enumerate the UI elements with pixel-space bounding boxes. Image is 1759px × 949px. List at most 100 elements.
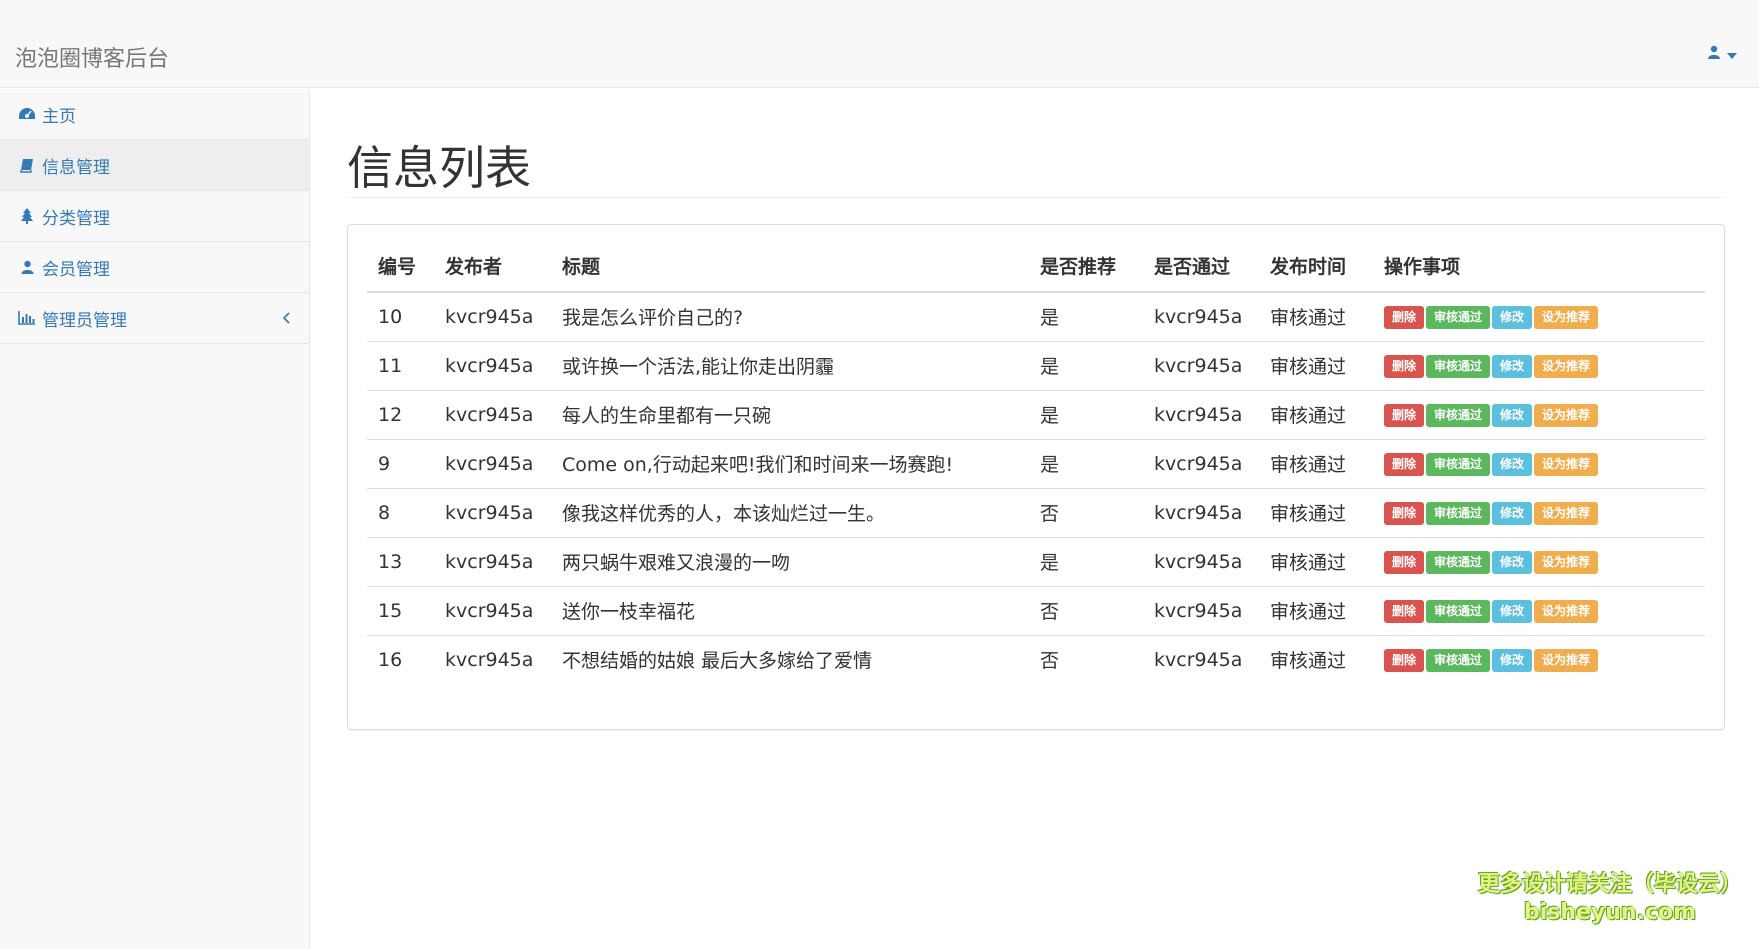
set-recommend-button[interactable]: 设为推荐 <box>1534 600 1599 623</box>
cell-approved: kvcr945a <box>1143 341 1259 391</box>
delete-button[interactable]: 删除 <box>1384 453 1425 476</box>
approve-button[interactable]: 审核通过 <box>1426 600 1491 623</box>
cell-publish-time: 审核通过 <box>1259 390 1373 440</box>
cell-actions: 删除 审核通过 修改 设为推荐 <box>1373 439 1705 489</box>
cell-approved: kvcr945a <box>1143 488 1259 538</box>
cell-actions: 删除 审核通过 修改 设为推荐 <box>1373 635 1705 684</box>
bar-chart-icon <box>16 309 38 327</box>
set-recommend-button[interactable]: 设为推荐 <box>1534 404 1599 427</box>
cell-approved: kvcr945a <box>1143 292 1259 342</box>
edit-button[interactable]: 修改 <box>1492 600 1533 623</box>
column-header-id: 编号 <box>367 244 434 293</box>
user-icon <box>16 258 38 276</box>
sidebar-item-admin-management[interactable]: 管理员管理 <box>0 293 309 344</box>
cell-title: 两只蜗牛艰难又浪漫的一吻 <box>551 537 1029 587</box>
cell-id: 8 <box>367 488 434 538</box>
delete-button[interactable]: 删除 <box>1384 306 1425 330</box>
set-recommend-button[interactable]: 设为推荐 <box>1534 649 1599 673</box>
cell-approved: kvcr945a <box>1154 648 1243 671</box>
table-row: 11 kvcr945a 或许换一个活法,能让你走出阴霾是 kvcr945a 审核通过 删除… <box>367 341 1705 391</box>
sidebar-item-home[interactable]: 主页 <box>0 89 309 140</box>
cell-title: 或许换一个活法,能让你走出阴霾 <box>551 341 1029 391</box>
sidebar-item-label: 分类管理 <box>42 208 110 229</box>
cell-id: 16 <box>378 648 403 671</box>
delete-button[interactable]: 删除 <box>1384 600 1425 623</box>
cell-recommended: 是 <box>1029 439 1143 489</box>
cell-actions: 删除 审核通过 修改 设为推荐 <box>1373 341 1705 391</box>
watermark: 更多设计请关注（毕设云） bisheyun.com <box>1475 871 1745 927</box>
cell-id: 10 <box>367 292 434 342</box>
delete-button[interactable]: 删除 <box>1384 649 1425 673</box>
app-brand[interactable]: 泡泡圈博客后台 <box>15 41 169 73</box>
cell-publish-time: 审核通过 <box>1259 586 1373 636</box>
cell-publish-time: 审核通过 <box>1259 537 1373 587</box>
approve-button[interactable]: 审核通过 <box>1426 453 1491 476</box>
approve-button[interactable]: 审核通过 <box>1426 502 1491 525</box>
user-menu[interactable] <box>1707 44 1737 63</box>
chevron-left-icon[interactable] <box>282 309 291 328</box>
user-icon <box>1707 44 1721 63</box>
table-row: 12 kvcr945a 每人的生命里都有一只碗是 kvcr945a 审核通过 删除 审核通过… <box>367 390 1705 440</box>
edit-button[interactable]: 修改 <box>1492 306 1533 330</box>
cell-recommended: 否 <box>1029 586 1143 636</box>
approve-button[interactable]: 审核通过 <box>1426 404 1491 427</box>
caret-down-icon <box>1727 44 1737 63</box>
watermark-line2: bisheyun.com <box>1523 900 1697 925</box>
edit-button[interactable]: 修改 <box>1492 551 1533 574</box>
title-divider <box>347 197 1725 198</box>
cell-approved: kvcr945a <box>1143 439 1259 489</box>
delete-button[interactable]: 删除 <box>1384 355 1425 378</box>
sidebar: 主页 信息管理 分类管理 会员管理 管理员管理 <box>0 89 310 949</box>
table-row: 15 kvcr945a 送你一枝幸福花否 kvcr945a 审核通过 删除 审核通过 修改 设为… <box>367 586 1705 636</box>
cell-actions: 删除 审核通过 修改 设为推荐 <box>1373 292 1705 342</box>
set-recommend-button[interactable]: 设为推荐 <box>1534 306 1599 330</box>
edit-button[interactable]: 修改 <box>1492 404 1533 427</box>
set-recommend-button[interactable]: 设为推荐 <box>1534 453 1599 476</box>
set-recommend-button[interactable]: 设为推荐 <box>1534 551 1599 574</box>
sidebar-item-label: 管理员管理 <box>42 310 127 331</box>
sidebar-item-label: 主页 <box>42 106 76 127</box>
column-header-recommended: 是否推荐 <box>1029 244 1143 293</box>
cell-title: 不想结婚的姑娘 最后大多嫁给了爱情 <box>562 650 873 673</box>
top-navbar: 泡泡圈博客后台 <box>0 0 1759 88</box>
info-table: 编号 发布者 标题 是否推荐 是否通过 发布时间 操作事项 10 kvcr945a… <box>367 244 1705 684</box>
column-header-approved: 是否通过 <box>1143 244 1259 293</box>
approve-button[interactable]: 审核通过 <box>1426 551 1491 574</box>
cell-publish-time: 审核通过 <box>1259 488 1373 538</box>
sidebar-item-category-management[interactable]: 分类管理 <box>0 191 309 242</box>
set-recommend-button[interactable]: 设为推荐 <box>1534 355 1599 378</box>
delete-button[interactable]: 删除 <box>1384 404 1425 427</box>
cell-recommended: 否 <box>1040 650 1060 673</box>
cell-recommended: 否 <box>1029 488 1143 538</box>
cell-id: 15 <box>367 586 434 636</box>
sidebar-item-label: 信息管理 <box>42 157 110 178</box>
sidebar-item-label: 会员管理 <box>42 259 110 280</box>
approve-button[interactable]: 审核通过 <box>1426 306 1491 330</box>
cell-publisher: kvcr945a <box>434 341 551 391</box>
table-row: 9 kvcr945a Come on,行动起来吧!我们和时间来一场赛跑! 是 kvcr9… <box>367 439 1705 489</box>
cell-actions: 删除 审核通过 修改 设为推荐 <box>1373 537 1705 587</box>
cell-id: 11 <box>367 341 434 391</box>
sidebar-item-member-management[interactable]: 会员管理 <box>0 242 309 293</box>
cell-actions: 删除 审核通过 修改 设为推荐 <box>1373 488 1705 538</box>
column-header-publish-time: 发布时间 <box>1259 244 1373 293</box>
set-recommend-button[interactable]: 设为推荐 <box>1534 502 1599 525</box>
edit-button[interactable]: 修改 <box>1492 649 1533 673</box>
sidebar-item-info-management[interactable]: 信息管理 <box>0 140 309 191</box>
cell-publisher: kvcr945a <box>434 439 551 489</box>
edit-button[interactable]: 修改 <box>1492 502 1533 525</box>
cell-recommended: 是 <box>1029 537 1143 587</box>
info-list-panel: 编号 发布者 标题 是否推荐 是否通过 发布时间 操作事项 10 kvcr945a… <box>347 224 1725 730</box>
approve-button[interactable]: 审核通过 <box>1426 649 1491 673</box>
edit-button[interactable]: 修改 <box>1492 453 1533 476</box>
edit-button[interactable]: 修改 <box>1492 355 1533 378</box>
delete-button[interactable]: 删除 <box>1384 551 1425 574</box>
cell-approved: kvcr945a <box>1143 537 1259 587</box>
delete-button[interactable]: 删除 <box>1384 502 1425 525</box>
cell-publish-time: 审核通过 <box>1259 292 1373 342</box>
approve-button[interactable]: 审核通过 <box>1426 355 1491 378</box>
table-row: 13 kvcr945a 两只蜗牛艰难又浪漫的一吻是 kvcr945a 审核通过 删除 审核通… <box>367 537 1705 587</box>
cell-title: 像我这样优秀的人，本该灿烂过一生。 <box>551 488 1029 538</box>
cell-approved: kvcr945a <box>1143 390 1259 440</box>
cell-title: 每人的生命里都有一只碗 <box>551 390 1029 440</box>
